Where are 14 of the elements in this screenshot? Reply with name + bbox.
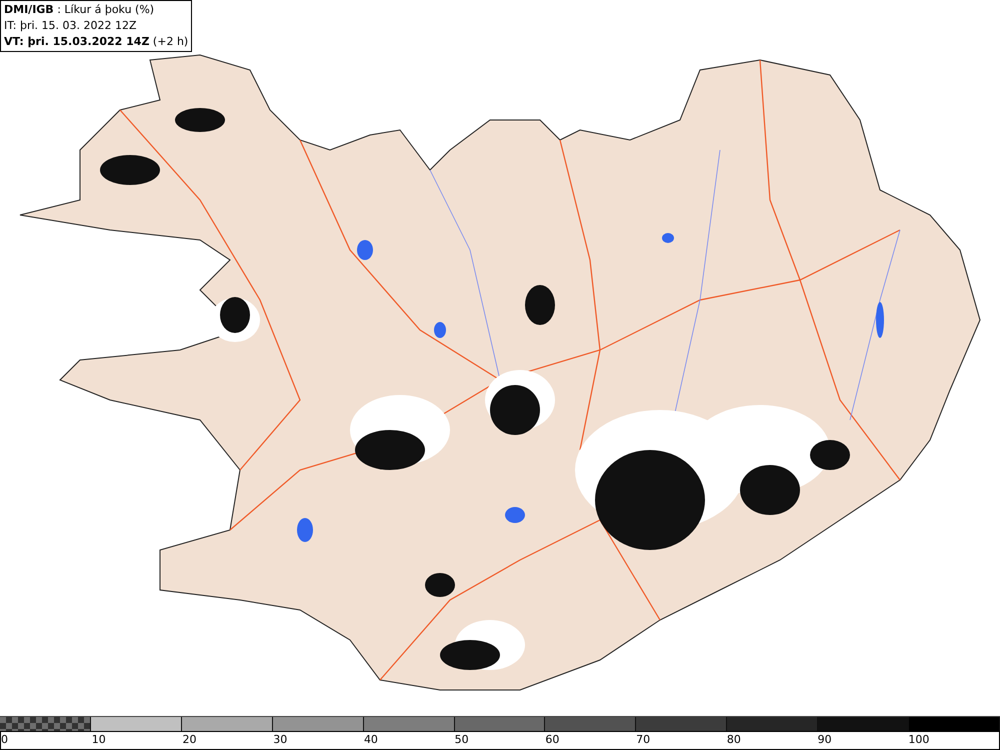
map-title: DMI/IGB : Líkur á þoku (%)	[4, 2, 156, 18]
legend-label: 100	[908, 733, 930, 746]
issue-time: IT: þri. 15. 03. 2022 12Z	[4, 18, 138, 34]
legend-label: 40	[364, 733, 378, 746]
legend-label: 70	[636, 733, 650, 746]
legend-label: 50	[454, 733, 469, 746]
legend-label: 30	[273, 733, 288, 746]
valid-time: VT: þri. 15.03.2022 14Z (+2 h)	[4, 34, 188, 50]
legend-label: 10	[92, 733, 106, 746]
legend-label: 60	[545, 733, 560, 746]
legend-label: 90	[818, 733, 832, 746]
legend-label: 80	[726, 733, 741, 746]
legend-label: 20	[182, 733, 196, 746]
legend-label: 0	[1, 733, 8, 746]
